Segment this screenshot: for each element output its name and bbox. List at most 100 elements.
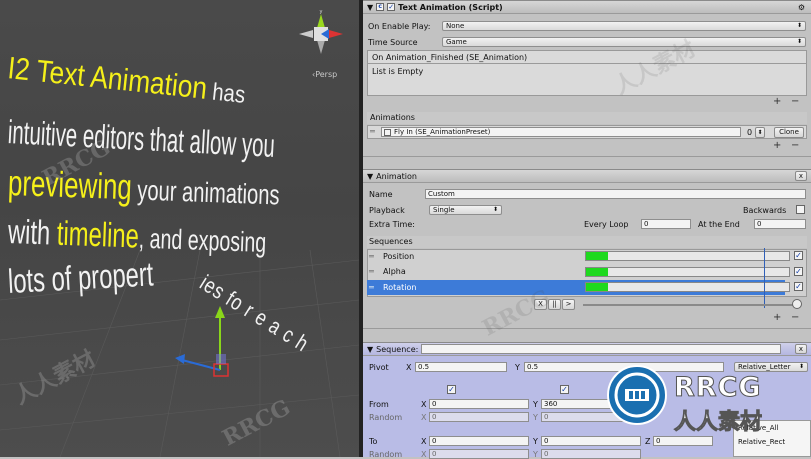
to-label: To <box>369 437 378 446</box>
close-icon[interactable]: x <box>795 171 807 181</box>
rrcg-logo: RRCG 人人素材 <box>606 360 811 457</box>
rrcg-logo-cn: 人人素材 <box>673 410 763 436</box>
pivot-y-axis-label: Y <box>515 363 520 372</box>
random2-x-axis-label: X <box>421 450 427 459</box>
animation-preset-name: Fly In (SE_AnimationPreset) <box>394 128 491 136</box>
random-x-axis-label: X <box>421 413 427 422</box>
on-enable-play-value: None <box>446 22 465 30</box>
animations-header-bar <box>367 112 807 124</box>
dropdown-arrow-icon: ⬍ <box>796 38 802 45</box>
settings-gear-icon[interactable]: ⚙ <box>798 3 805 12</box>
timeline-slider-track[interactable] <box>583 304 801 306</box>
every-loop-input[interactable]: 0 <box>641 219 691 229</box>
dropdown-arrow-icon: ⬍ <box>492 206 498 213</box>
persp-label[interactable]: ‹Persp <box>312 70 337 79</box>
drag-handle-icon[interactable]: ═ <box>370 127 375 136</box>
random2-x-input[interactable]: 0 <box>429 449 529 459</box>
sequences-label: Sequences <box>369 237 413 246</box>
sequence-name-input[interactable] <box>421 344 782 354</box>
animation-index-stepper[interactable]: ⬍ <box>755 127 765 138</box>
playback-value: Single <box>433 206 455 214</box>
foldout-arrow-icon[interactable]: ▼ <box>367 3 373 12</box>
foldout-arrow-icon[interactable]: ▼ <box>367 345 373 354</box>
timeline-play-button[interactable]: > <box>562 299 575 310</box>
rrcg-emblem-icon <box>607 365 667 425</box>
timeline-slider-knob[interactable] <box>791 299 802 309</box>
sequence-enabled-checkbox-position[interactable]: ✓ <box>794 251 803 260</box>
time-source-dropdown[interactable]: Game ⬍ <box>442 37 806 47</box>
animation-section-header[interactable]: ▼ Animation x <box>363 169 811 183</box>
on-enable-play-dropdown[interactable]: None ⬍ <box>442 21 806 31</box>
timeline-stop-button[interactable]: X <box>534 299 547 310</box>
sequence-timeline-bar-rotation[interactable] <box>585 282 790 292</box>
pivot-x-input[interactable]: 0.5 <box>415 362 507 372</box>
animations-label: Animations <box>370 113 415 122</box>
script-icon: c <box>376 3 385 11</box>
sequence-enabled-checkbox-rotation[interactable]: ✓ <box>794 282 803 291</box>
to-x-input[interactable]: 0 <box>429 436 529 446</box>
drag-handle-icon[interactable]: ═ <box>369 280 374 295</box>
at-end-input[interactable]: 0 <box>754 219 806 229</box>
script-enabled-checkbox[interactable]: ✓ <box>387 3 396 11</box>
animation-section-title: Animation <box>376 171 417 181</box>
from-x-input[interactable]: 0 <box>429 399 529 409</box>
backwards-checkbox[interactable] <box>796 205 805 214</box>
random-x-input[interactable]: 0 <box>429 412 529 422</box>
at-end-label: At the End <box>698 220 740 229</box>
drag-handle-icon[interactable]: ═ <box>369 249 374 264</box>
clone-button[interactable]: Clone <box>774 127 804 138</box>
sequence-section-header[interactable]: ▼ Sequence: x <box>363 342 811 356</box>
animation-preset-field[interactable]: Fly In (SE_AnimationPreset) <box>381 127 741 137</box>
to-x-axis-label: X <box>421 437 427 446</box>
drag-handle-icon[interactable]: ═ <box>369 264 374 279</box>
random-y-axis-label: Y <box>533 413 538 422</box>
promo-with: with <box>7 213 58 253</box>
svg-text:y: y <box>320 9 323 15</box>
animation-remove-button[interactable]: − <box>791 140 799 151</box>
dropdown-arrow-icon: ⬍ <box>796 22 802 29</box>
sequence-timeline-bar-alpha[interactable] <box>585 267 790 277</box>
event-remove-button[interactable]: − <box>791 96 799 107</box>
animation-add-button[interactable]: + <box>773 140 781 151</box>
name-label: Name <box>369 190 393 199</box>
from-x-enabled-checkbox[interactable]: ✓ <box>447 385 456 394</box>
timeline-pause-button[interactable]: || <box>548 299 561 310</box>
pivot-label: Pivot <box>369 363 389 372</box>
foldout-arrow-icon[interactable]: ▼ <box>367 172 373 181</box>
from-y-enabled-checkbox[interactable]: ✓ <box>560 385 569 394</box>
promo-timeline: timeline <box>56 214 140 256</box>
sequence-timeline-bar-position[interactable] <box>585 251 790 261</box>
timeline-cursor[interactable] <box>764 248 765 308</box>
sequence-name: Alpha <box>383 267 406 276</box>
name-input[interactable]: Custom <box>425 189 806 199</box>
event-header: On Animation_Finished (SE_Animation) <box>372 53 528 62</box>
from-x-axis-label: X <box>421 400 427 409</box>
preset-checkbox[interactable] <box>384 128 391 136</box>
timeline-fill <box>586 283 609 291</box>
sequence-name: Rotation <box>383 283 417 292</box>
move-tool-handle[interactable] <box>170 300 250 390</box>
animation-index: 0 <box>747 128 753 137</box>
event-empty-text: List is Empty <box>372 67 424 76</box>
playback-label: Playback <box>369 206 405 215</box>
time-source-value: Game <box>446 38 467 46</box>
sequence-add-button[interactable]: + <box>773 312 781 323</box>
sequence-remove-button[interactable]: − <box>791 312 799 323</box>
promo-exposing: , and exposing <box>138 222 267 259</box>
random-label: Random <box>369 413 403 422</box>
close-icon[interactable]: x <box>795 344 807 354</box>
scene-view[interactable]: I2 Text Animation has intuitive editors … <box>0 0 359 457</box>
to-y-axis-label: Y <box>533 437 538 446</box>
timeline-fill <box>586 268 609 276</box>
scene-orientation-gizmo[interactable]: y <box>296 8 346 78</box>
event-add-button[interactable]: + <box>773 96 781 107</box>
random2-y-axis-label: Y <box>533 450 538 459</box>
sequence-enabled-checkbox-alpha[interactable]: ✓ <box>794 267 803 276</box>
promo-previewing: previewing <box>7 162 133 208</box>
playback-dropdown[interactable]: Single ⬍ <box>429 205 502 215</box>
from-y-axis-label: Y <box>533 400 538 409</box>
sequence-name: Position <box>383 252 415 261</box>
script-component-header[interactable]: ▼ c ✓ Text Animation (Script) ⚙ <box>363 0 811 14</box>
on-enable-play-label: On Enable Play: <box>368 22 431 31</box>
rrcg-logo-text: RRCG <box>674 372 762 404</box>
